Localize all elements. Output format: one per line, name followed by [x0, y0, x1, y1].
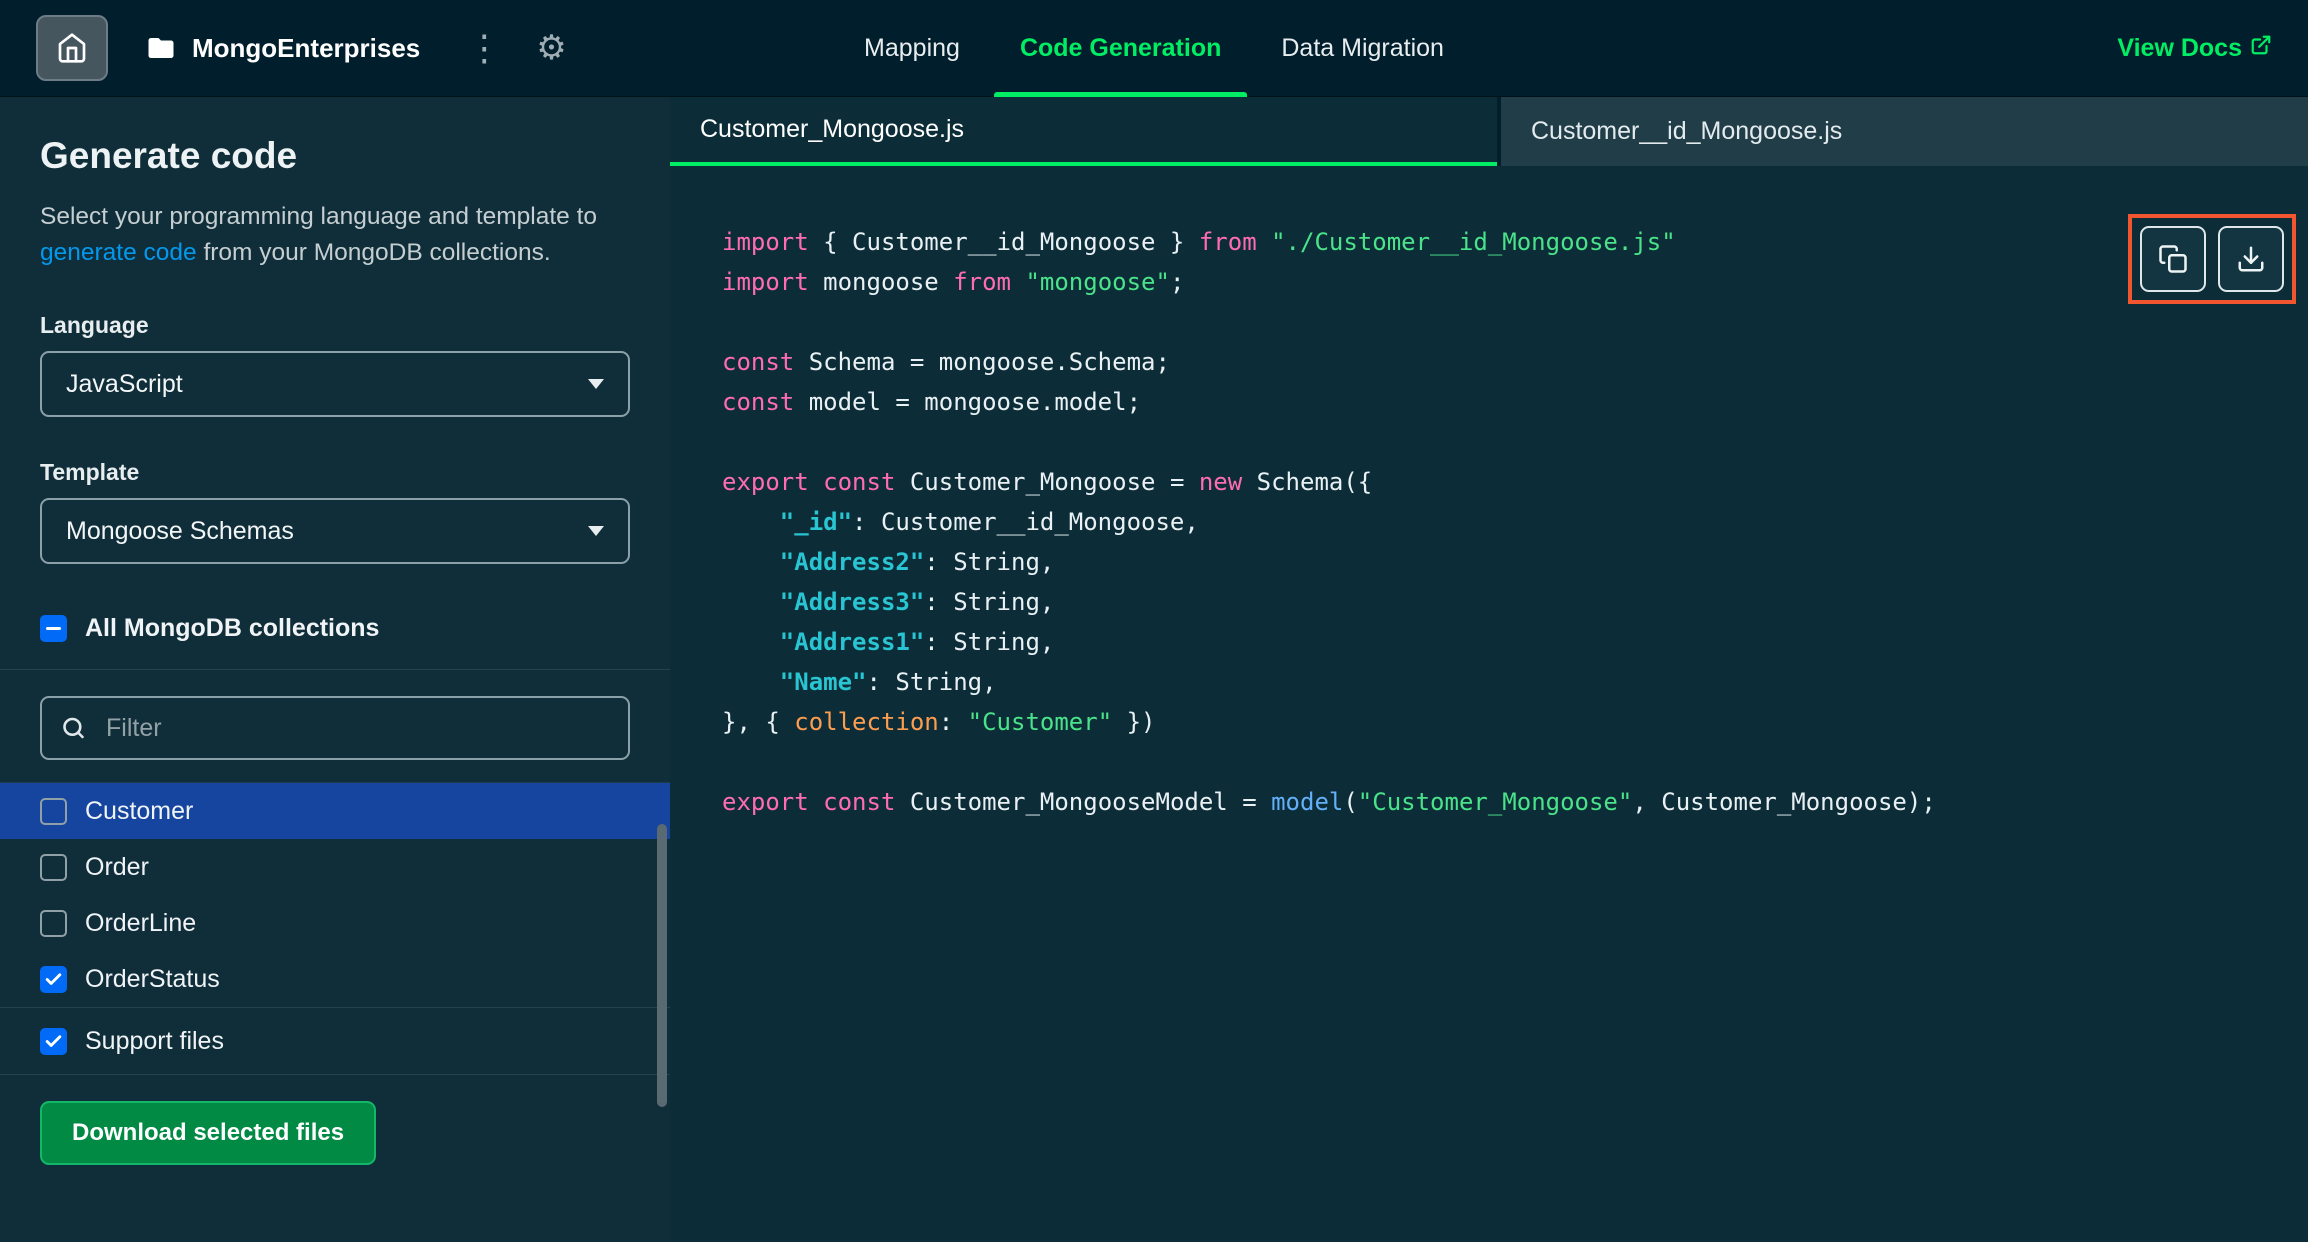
settings-gear-icon[interactable]: ⚙ — [536, 31, 566, 65]
filter-field — [40, 696, 630, 761]
filter-input[interactable] — [40, 696, 630, 761]
language-select[interactable]: JavaScript — [40, 351, 630, 418]
code-line: "Address1": String, — [779, 628, 1055, 656]
kebab-menu-icon[interactable]: ⋮ — [466, 30, 502, 66]
annotation-highlight-box — [2128, 214, 2296, 304]
description-text-suffix: from your MongoDB collections. — [196, 238, 551, 266]
all-collections-label: All MongoDB collections — [85, 614, 380, 643]
code-line: import mongoose from "mongoose"; — [722, 268, 1185, 296]
collection-label: Customer — [85, 796, 194, 825]
collection-row-customer[interactable]: Customer — [0, 783, 670, 840]
copy-code-button[interactable] — [2140, 226, 2206, 292]
sidebar-description: Select your programming language and tem… — [40, 199, 630, 270]
collection-label: OrderLine — [85, 908, 197, 937]
language-select-value: JavaScript — [66, 369, 183, 398]
code-line: export const Customer_Mongoose = new Sch… — [722, 468, 1373, 496]
editor-tab-customer-mongoose-js[interactable]: Customer_Mongoose.js — [670, 97, 1497, 166]
download-selected-files-button[interactable]: Download selected files — [40, 1101, 377, 1166]
view-docs-label: View Docs — [2117, 33, 2242, 62]
all-collections-checkbox[interactable] — [40, 615, 67, 643]
template-select-value: Mongoose Schemas — [66, 516, 294, 545]
support-files-row[interactable]: Support files — [0, 1008, 670, 1074]
support-files-checkbox[interactable] — [40, 1027, 67, 1055]
support-files-label: Support files — [85, 1026, 224, 1055]
code-line: }, { collection: "Customer" }) — [722, 708, 1156, 736]
editor-panel: Customer_Mongoose.js Customer__id_Mongoos… — [670, 97, 2308, 1242]
code-line: import { Customer__id_Mongoose } from ".… — [722, 228, 1676, 256]
generate-code-link[interactable]: generate code — [40, 239, 197, 266]
collection-list: Customer Order OrderLine OrderStatus — [0, 782, 670, 1007]
sidebar-title: Generate code — [40, 135, 298, 176]
code-line: const model = mongoose.model; — [722, 388, 1142, 416]
all-collections-row: All MongoDB collections — [40, 614, 630, 669]
home-button[interactable] — [36, 15, 108, 81]
collection-checkbox[interactable] — [40, 797, 67, 825]
sidebar: Generate code Select your programming la… — [0, 97, 670, 1242]
code-line: "Address2": String, — [779, 548, 1055, 576]
folder-icon — [146, 33, 176, 63]
collection-row-orderstatus[interactable]: OrderStatus — [0, 951, 670, 1007]
collection-row-orderline[interactable]: OrderLine — [0, 895, 670, 951]
code-line: export const Customer_MongooseModel = mo… — [722, 788, 1936, 816]
code-line: "_id": Customer__id_Mongoose, — [779, 508, 1199, 536]
collection-checkbox[interactable] — [40, 965, 67, 993]
template-label: Template — [40, 459, 140, 486]
external-link-icon — [2251, 35, 2271, 54]
code-line: "Name": String, — [779, 668, 997, 696]
nav-tab-data-migration[interactable]: Data Migration — [1251, 0, 1474, 97]
nav-tab-code-generation[interactable]: Code Generation — [990, 0, 1251, 97]
editor-tabbar: Customer_Mongoose.js Customer__id_Mongoos… — [670, 97, 2308, 166]
topbar: MongoEnterprises ⋮ ⚙ Mapping Code Generat… — [0, 0, 2308, 97]
collection-checkbox[interactable] — [40, 909, 67, 937]
download-file-button[interactable] — [2218, 226, 2284, 292]
download-icon — [2238, 246, 2264, 272]
code-line: const Schema = mongoose.Schema; — [722, 348, 1170, 376]
sidebar-scrollbar-thumb[interactable] — [657, 824, 667, 1107]
collection-label: Order — [85, 852, 149, 881]
indeterminate-minus-icon — [46, 627, 61, 631]
home-icon — [58, 33, 86, 63]
chevron-down-icon — [588, 379, 604, 390]
template-select[interactable]: Mongoose Schemas — [40, 498, 630, 565]
code-line: "Address3": String, — [779, 588, 1055, 616]
collection-label: OrderStatus — [85, 964, 220, 993]
nav-tab-mapping[interactable]: Mapping — [834, 0, 990, 97]
collection-row-order[interactable]: Order — [0, 839, 670, 895]
project-title: MongoEnterprises — [192, 32, 421, 63]
divider — [0, 669, 670, 671]
language-label: Language — [40, 312, 149, 339]
divider — [0, 1074, 670, 1076]
view-docs-link[interactable]: View Docs — [2117, 34, 2272, 63]
description-text-prefix: Select your programming language and tem… — [40, 203, 598, 230]
chevron-down-icon — [588, 526, 604, 537]
collection-checkbox[interactable] — [40, 853, 67, 881]
copy-icon — [2159, 245, 2187, 273]
main-nav: Mapping Code Generation Data Migration — [834, 0, 1474, 97]
code-content: import { Customer__id_Mongoose } from ".… — [722, 222, 2308, 822]
code-area: import { Customer__id_Mongoose } from ".… — [670, 166, 2308, 1242]
editor-tab-customer-id-mongoose-js[interactable]: Customer__id_Mongoose.js — [1501, 97, 2308, 166]
search-icon — [63, 717, 84, 739]
